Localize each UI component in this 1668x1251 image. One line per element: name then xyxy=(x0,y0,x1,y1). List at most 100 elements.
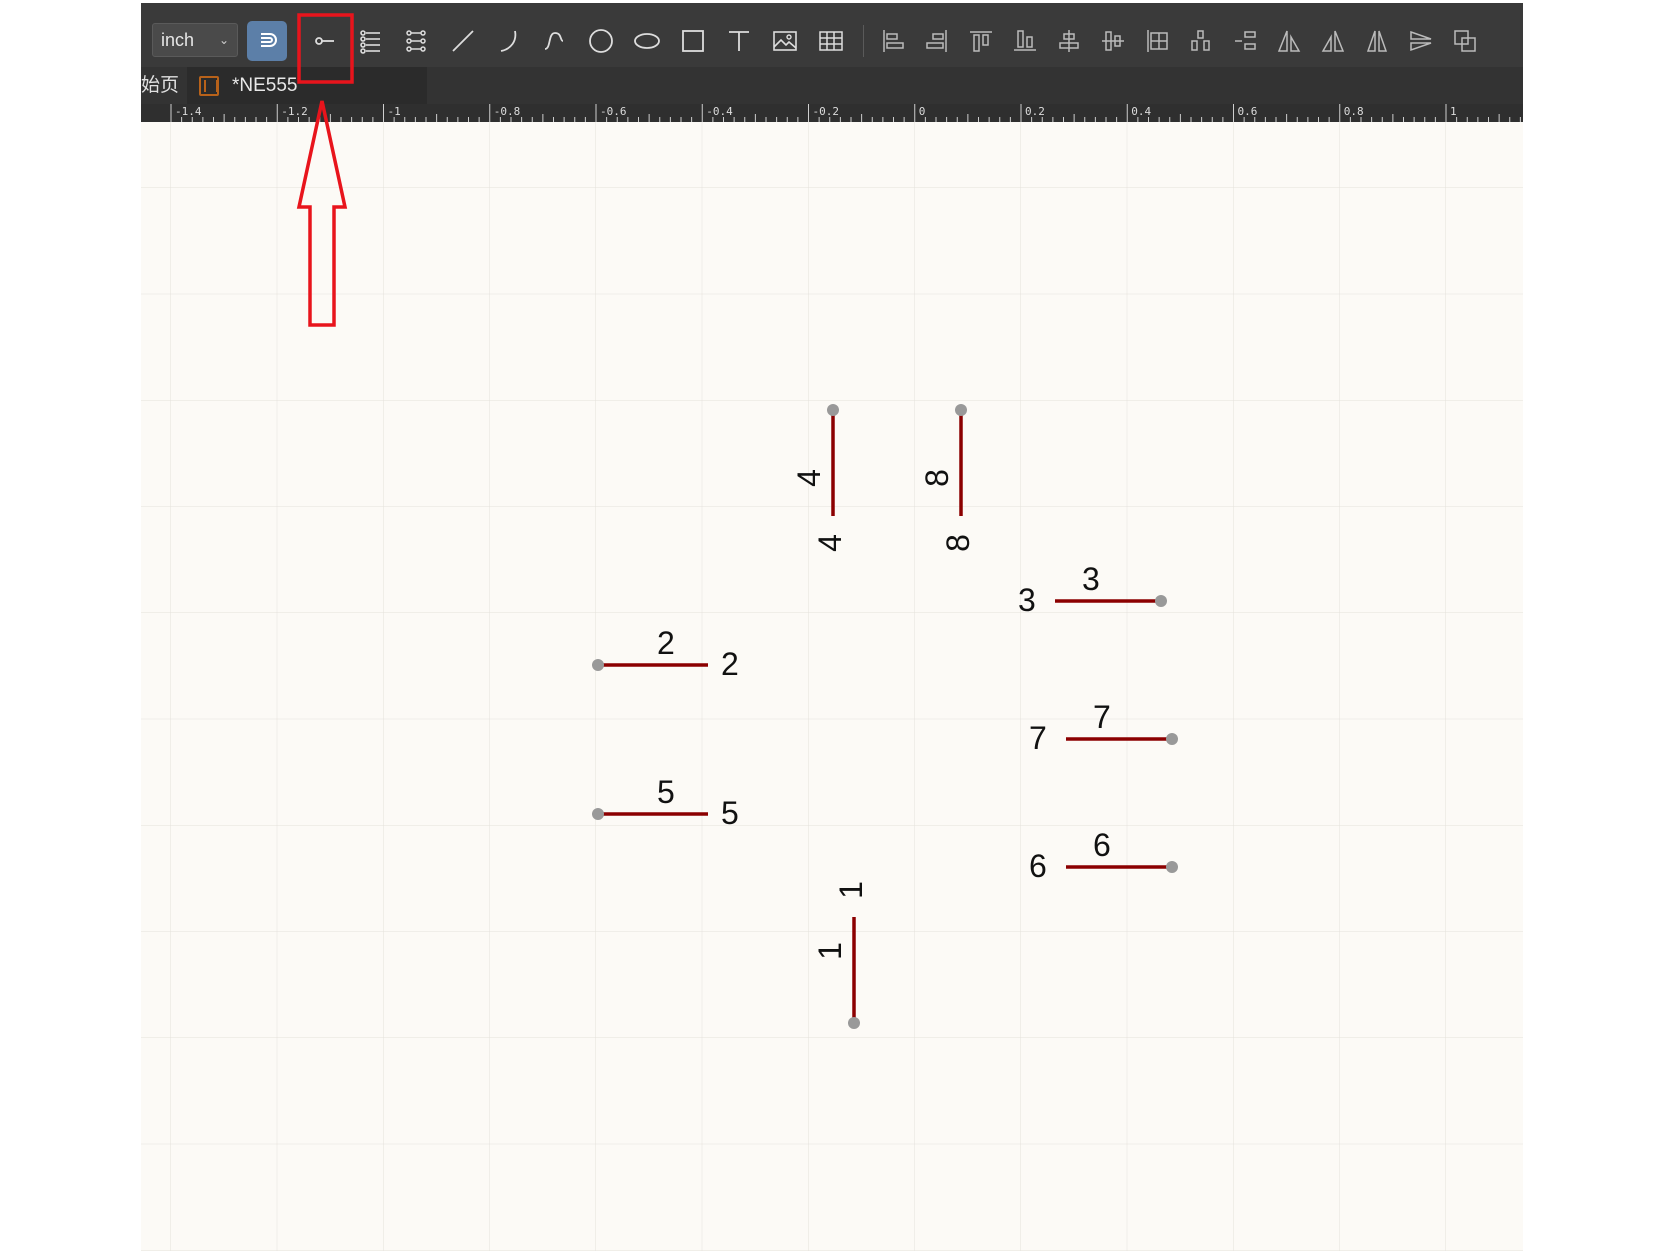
ruler-label: -1.4 xyxy=(175,105,202,118)
flip-h-button[interactable] xyxy=(1357,21,1397,61)
align-right-button[interactable] xyxy=(917,21,957,61)
flip-vertical-icon xyxy=(1410,30,1432,52)
pin-5-number: 5 xyxy=(657,774,675,810)
pin-6-number: 6 xyxy=(1093,827,1111,863)
ruler-label: 1 xyxy=(1450,105,1457,118)
ruler-label: 0 xyxy=(918,105,926,118)
drawing-canvas[interactable]: 4 4 8 8 3 3 2 2 7 7 5 5 6 6 1 1 xyxy=(141,122,1523,1251)
ruler-label: -0.4 xyxy=(706,105,733,118)
pin-icon xyxy=(315,37,334,45)
pin-7[interactable] xyxy=(1066,733,1178,745)
distribute-vertical-icon xyxy=(1235,31,1256,50)
rotate-left-icon xyxy=(1277,30,1301,52)
arc-button[interactable] xyxy=(489,21,529,61)
rotate-right-button[interactable] xyxy=(1313,21,1353,61)
horizontal-ruler: -1.4 -1.2 -1 -0.8 -0.6 -0.4 -0.2 0 0.2 0.4 0.6 0.8 1 xyxy=(141,104,1523,122)
flip-v-button[interactable] xyxy=(1401,21,1441,61)
circle-button[interactable] xyxy=(581,21,621,61)
circle-icon xyxy=(589,29,613,53)
line-button[interactable] xyxy=(443,21,483,61)
align-bottom-icon xyxy=(1014,30,1036,51)
pin-8-number: 8 xyxy=(939,534,976,552)
pin-2-number: 2 xyxy=(657,625,675,661)
pin-8[interactable] xyxy=(955,404,967,516)
ellipse-icon xyxy=(634,33,660,49)
align-right-icon xyxy=(926,30,947,52)
bezier-button[interactable] xyxy=(535,21,575,61)
pin-2[interactable] xyxy=(592,659,708,671)
symbol-icon xyxy=(199,76,219,96)
table-icon xyxy=(819,31,843,51)
pin-3-name: 3 xyxy=(1018,582,1036,618)
magnet-icon xyxy=(261,33,277,47)
align-center-h-button[interactable] xyxy=(1049,21,1089,61)
ruler-label: 0.2 xyxy=(1025,105,1045,118)
ruler-label: -0.6 xyxy=(600,105,627,118)
distribute-horizontal-icon xyxy=(1191,30,1210,51)
ruler-label: -0.8 xyxy=(493,105,521,118)
line-icon xyxy=(452,30,474,52)
rotate-left-button[interactable] xyxy=(1269,21,1309,61)
pin-1-number: 1 xyxy=(832,881,869,899)
distribute-h-button[interactable] xyxy=(1181,21,1221,61)
pin-3[interactable] xyxy=(1055,595,1167,607)
pin-list-icon xyxy=(360,30,380,54)
unit-select-value: inch xyxy=(161,30,195,50)
pin-1[interactable] xyxy=(848,917,860,1029)
pin-4-number: 4 xyxy=(811,534,848,552)
tab-ne555[interactable]: *NE555 xyxy=(187,67,427,104)
align-left-button[interactable] xyxy=(873,21,913,61)
pin-6-name: 6 xyxy=(1029,848,1047,884)
rotate-right-icon xyxy=(1321,30,1345,52)
align-grid-icon xyxy=(1147,30,1168,52)
pin-grid-button[interactable] xyxy=(397,21,437,61)
ruler-label: -0.2 xyxy=(812,105,840,118)
ruler-label: 0.8 xyxy=(1343,105,1364,118)
ruler-label: 0.4 xyxy=(1131,105,1152,118)
pin-1-name: 1 xyxy=(811,942,848,960)
align-top-button[interactable] xyxy=(961,21,1001,61)
arrange-button[interactable] xyxy=(1445,21,1485,61)
arc-icon xyxy=(500,30,517,52)
pin-grid-icon xyxy=(406,30,426,52)
rectangle-button[interactable] xyxy=(673,21,713,61)
pin-5-name: 5 xyxy=(721,795,739,831)
pins-layer xyxy=(592,404,1178,1029)
pin-4-name: 4 xyxy=(790,469,827,487)
image-icon xyxy=(773,31,797,51)
align-center-vertical-icon xyxy=(1102,31,1124,51)
pin-button[interactable] xyxy=(305,21,345,61)
align-center-horizontal-icon xyxy=(1059,30,1079,52)
align-grid-button[interactable] xyxy=(1137,21,1177,61)
align-bottom-button[interactable] xyxy=(1005,21,1045,61)
tab-ne555-label: *NE555 xyxy=(232,75,298,96)
distribute-v-button[interactable] xyxy=(1225,21,1265,61)
pin-8-name: 8 xyxy=(918,469,955,487)
flip-horizontal-icon xyxy=(1366,30,1388,52)
text-button[interactable] xyxy=(719,21,759,61)
pin-array-button[interactable] xyxy=(351,21,391,61)
align-center-v-button[interactable] xyxy=(1093,21,1133,61)
unit-select[interactable]: inch ⌄ xyxy=(152,23,238,57)
pin-6[interactable] xyxy=(1066,861,1178,873)
app-window: inch ⌄ 始页 *NE555 -1.4 -1.2 -1 -0.8 -0.6 … xyxy=(141,3,1523,1251)
table-button[interactable] xyxy=(811,21,851,61)
ruler-label: -1.2 xyxy=(281,105,308,118)
ruler-label: 0.6 xyxy=(1237,105,1258,118)
pin-3-number: 3 xyxy=(1082,561,1100,597)
pin-4[interactable] xyxy=(827,404,839,516)
pin-5[interactable] xyxy=(592,808,708,820)
chevron-down-icon: ⌄ xyxy=(218,33,229,47)
ruler-label: -1 xyxy=(387,105,401,118)
tab-start-page[interactable]: 始页 xyxy=(141,67,186,104)
ellipse-button[interactable] xyxy=(627,21,667,61)
arrange-icon xyxy=(1454,30,1476,52)
pin-2-name: 2 xyxy=(721,646,739,682)
text-icon xyxy=(729,31,749,51)
toolbar-separator xyxy=(863,25,864,57)
pin-7-number: 7 xyxy=(1093,699,1111,735)
rectangle-icon xyxy=(682,30,704,52)
pin-7-name: 7 xyxy=(1029,720,1047,756)
snap-button[interactable] xyxy=(247,21,287,61)
image-button[interactable] xyxy=(765,21,805,61)
